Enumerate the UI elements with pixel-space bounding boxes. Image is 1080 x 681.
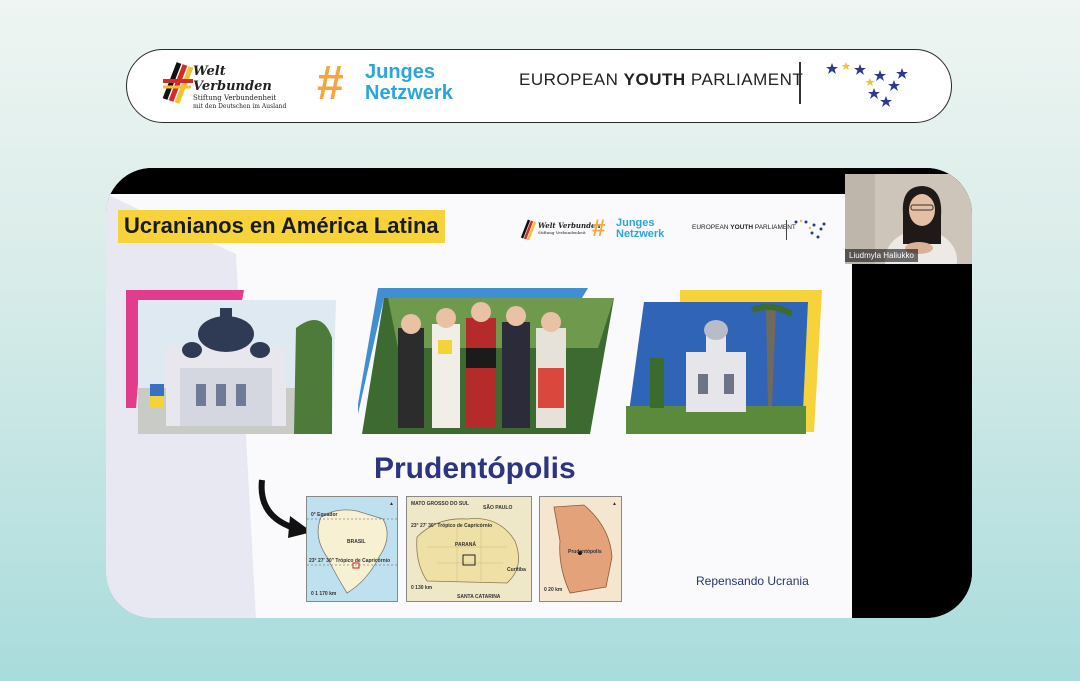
participant-video-tile[interactable]: Liudmyla Haliukko <box>845 174 972 264</box>
eyp-bold: YOUTH <box>623 70 686 89</box>
eyp-stars-icon <box>826 62 908 107</box>
presentation-slide: Ucranianos en América Latina Welt Verbun… <box>106 194 852 618</box>
jn-line1: Junges <box>365 61 436 83</box>
eyp-post: PARLIAMENT <box>685 70 804 89</box>
mini-eyp-bold: YOUTH <box>730 224 754 231</box>
map2-sc-label: SANTA CATARINA <box>457 594 501 600</box>
mini-divider <box>786 220 787 240</box>
map1-brasil-label: BRASIL <box>347 539 366 545</box>
slide-title: Ucranianos en América Latina <box>118 210 445 243</box>
map3-place-label: Prudentópolis <box>568 549 602 555</box>
shared-screen-title-strip <box>106 168 972 194</box>
jn-line2: Netzwerk <box>365 82 453 104</box>
map2-scale-label: 0 130 km <box>411 585 433 591</box>
map2-parana-label: PARANÁ <box>455 542 477 548</box>
welt-verbunden-wordmark: Welt Verbunden Stiftung Verbundenheit mi… <box>193 64 293 111</box>
place-title: Prudentópolis <box>374 452 576 485</box>
map2-tropic-label: 23° 27' 30" Trópico de Capricórnio <box>411 523 493 529</box>
north-arrow-icon: ▲ <box>389 501 394 507</box>
map-brazil: 0° Equador BRASIL 23° 27' 30" Trópico de… <box>306 496 398 602</box>
mini-jn-line2: Netzwerk <box>616 228 665 240</box>
map3-scale-label: 0 20 km <box>544 587 563 593</box>
ukrainian-folk-costume-photo <box>358 288 614 434</box>
mini-jn-hash-icon: # <box>592 215 606 242</box>
mini-jn-wordmark: Junges Netzwerk <box>616 218 664 240</box>
mini-eyp-stars-icon <box>794 219 826 239</box>
slide-partner-logos: Welt Verbunden Stiftung Verbundenheit # … <box>520 215 830 248</box>
junges-netzwerk-wordmark: Junges Netzwerk <box>365 62 453 104</box>
welt-verbunden-subtitle: Stiftung Verbundenheit <box>193 94 277 102</box>
eyp-divider <box>799 62 801 104</box>
junges-netzwerk-hash-icon: # <box>317 57 344 110</box>
welt-verbunden-subtitle2: mit den Deutschen im Ausland <box>193 103 287 110</box>
map2-mgs-label: MATO GROSSO DO SUL <box>411 501 469 507</box>
video-call-frame: Ucranianos en América Latina Welt Verbun… <box>106 168 972 618</box>
map3-north-arrow-icon: ▲ <box>612 501 617 507</box>
mini-eyp-pre: EUROPEAN <box>692 224 731 231</box>
eyp-pre: EUROPEAN <box>519 70 624 89</box>
mini-eyp-wordmark: EUROPEAN YOUTH PARLIAMENT <box>692 224 796 231</box>
partner-logo-banner: Welt Verbunden Stiftung Verbundenheit mi… <box>126 49 952 123</box>
mini-welt-logo-icon <box>520 219 536 240</box>
eyp-wordmark: EUROPEAN YOUTH PARLIAMENT <box>519 70 803 90</box>
map-prudentopolis: Prudentópolis 0 20 km ▲ <box>539 496 622 602</box>
welt-verbunden-logo-icon <box>162 62 194 104</box>
map1-equator-label: 0° Equador <box>311 512 338 518</box>
mini-eyp-post: PARLIAMENT <box>753 224 796 231</box>
welt-verbunden-title: Welt Verbunden <box>193 64 272 94</box>
ukrainian-church-photo <box>126 290 336 434</box>
map1-tropic-label: 23° 27' 30" Trópico de Capricórnio <box>309 558 391 564</box>
map2-sp-label: SÃO PAULO <box>483 505 513 511</box>
map1-scale-label: 0 1 170 km <box>311 591 337 597</box>
map-parana: MATO GROSSO DO SUL SÃO PAULO 23° 27' 30"… <box>406 496 532 602</box>
mini-welt-subtitle: Stiftung Verbundenheit <box>538 230 586 235</box>
participant-name-label: Liudmyla Haliukko <box>845 249 918 262</box>
prudentopolis-church-photo <box>626 290 822 434</box>
map2-curitiba-label: Curitiba <box>507 567 526 573</box>
slide-footer: Repensando Ucrania <box>696 574 809 588</box>
